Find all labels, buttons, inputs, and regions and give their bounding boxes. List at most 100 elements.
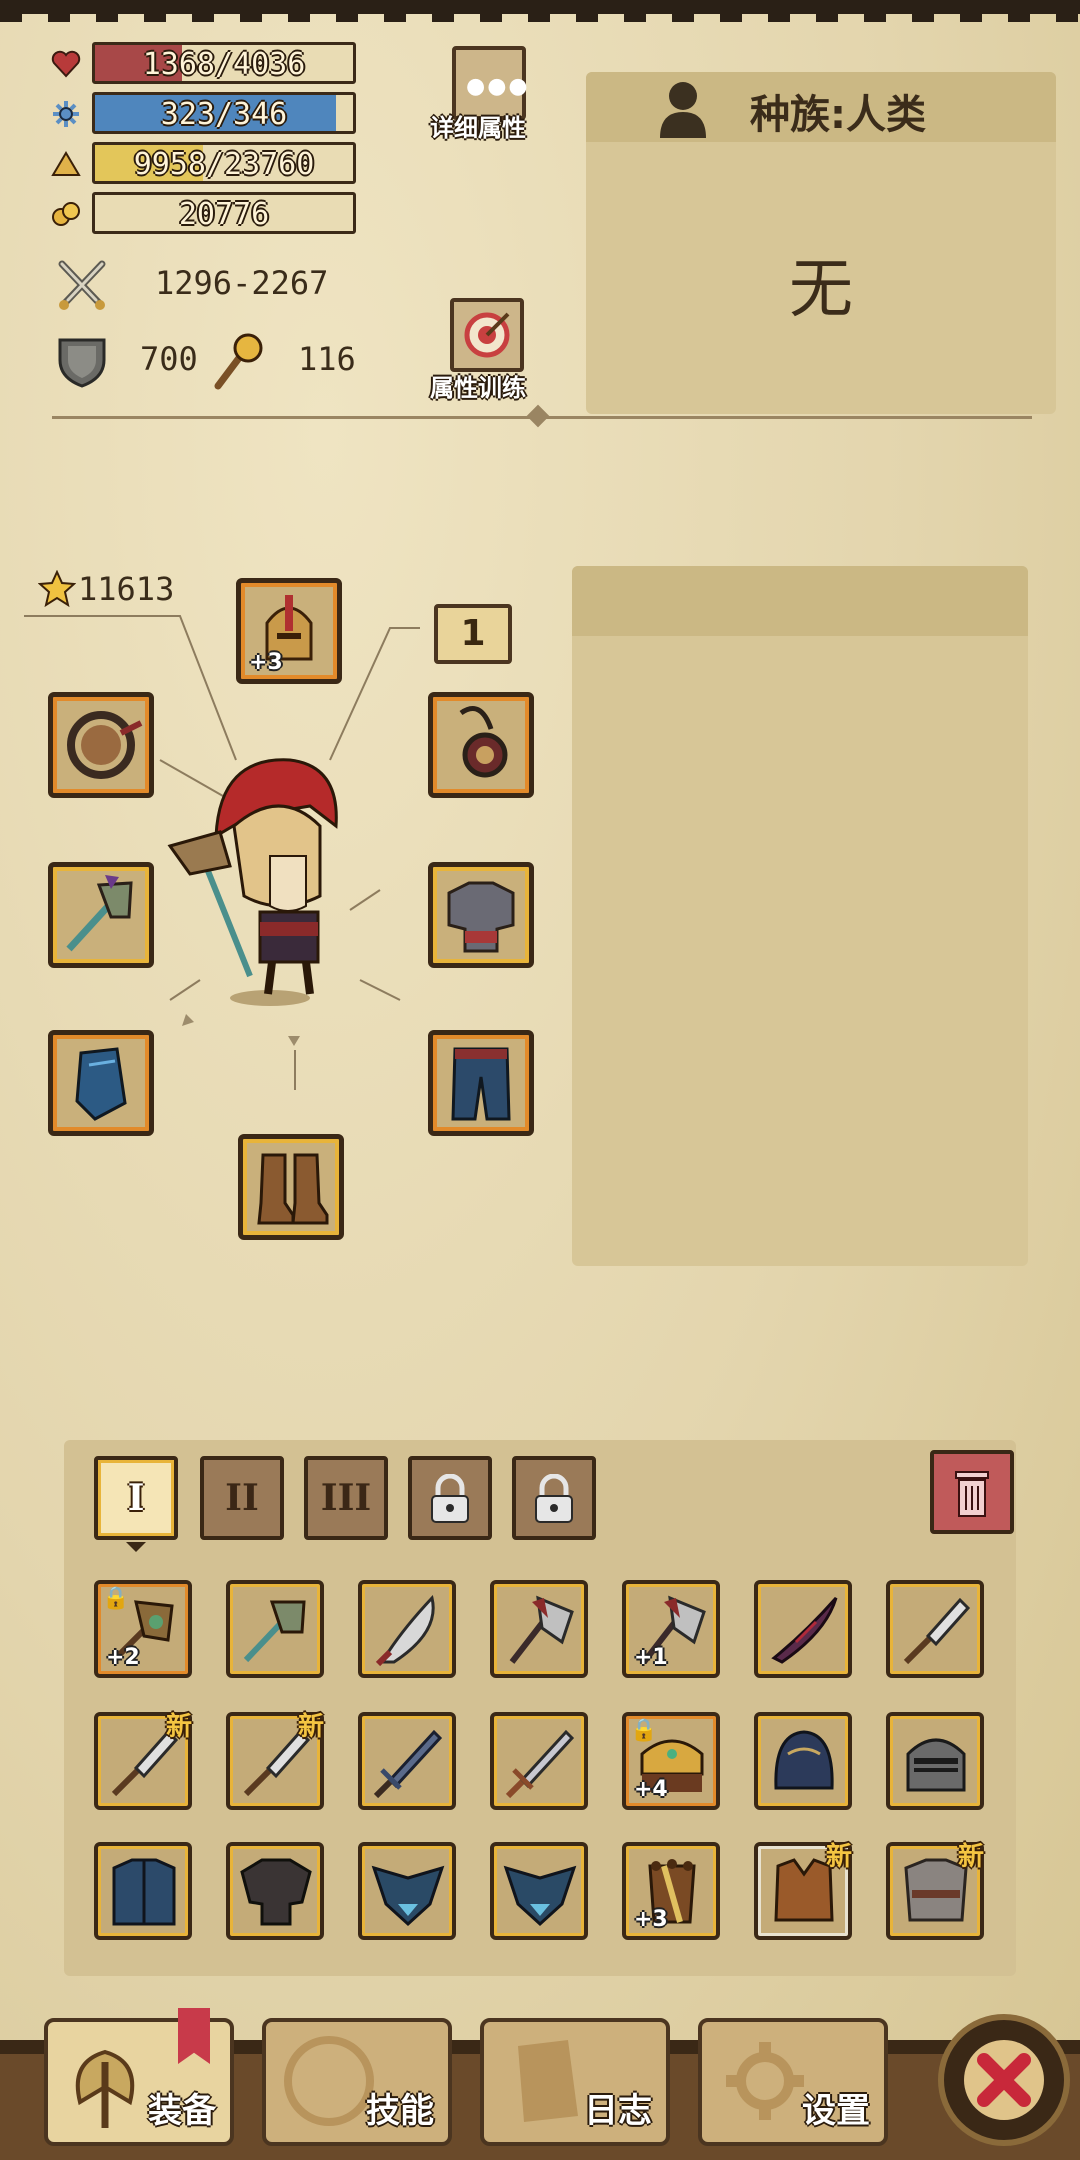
tab-page-3[interactable]: III xyxy=(304,1456,388,1540)
nav-log[interactable]: 日志 xyxy=(480,2018,670,2146)
sword-icon xyxy=(373,1729,443,1799)
magic-value: 116 xyxy=(298,340,356,378)
new-tag: 新 xyxy=(297,1712,324,1742)
blue-pauldron-icon xyxy=(371,1865,445,1927)
gear-icon xyxy=(726,2042,804,2120)
item-plus: +2 xyxy=(106,1645,140,1670)
nav-log-label: 日志 xyxy=(584,2091,652,2131)
person-icon xyxy=(660,82,706,138)
inventory-item[interactable]: 新 xyxy=(886,1842,984,1940)
boots-slot[interactable] xyxy=(238,1134,344,1240)
blue-pauldron-icon xyxy=(503,1865,577,1927)
inventory-item[interactable]: 新 xyxy=(754,1842,852,1940)
trash-button[interactable] xyxy=(930,1450,1014,1534)
selected-ribbon xyxy=(178,2008,210,2064)
scimitar-icon xyxy=(375,1594,435,1667)
pants-slot[interactable] xyxy=(428,1030,534,1136)
slot-arrows xyxy=(182,1014,300,1046)
details-label[interactable]: 详细属性 xyxy=(430,108,526,143)
helmet-plus: +3 xyxy=(249,650,283,675)
weapon-slot[interactable] xyxy=(48,862,154,968)
nav-skills-label: 技能 xyxy=(366,2091,434,2131)
inventory-item[interactable] xyxy=(358,1842,456,1940)
inventory-item[interactable] xyxy=(490,1842,588,1940)
inventory-item[interactable]: +1 xyxy=(622,1580,720,1678)
inventory-item[interactable] xyxy=(358,1712,456,1810)
gauntlet-icon xyxy=(75,1047,127,1121)
item-detail-panel xyxy=(572,566,1028,1266)
inventory-item[interactable] xyxy=(226,1842,324,1940)
new-tag: 新 xyxy=(165,1712,192,1742)
amulet-slot[interactable] xyxy=(428,692,534,798)
spiked-club-icon xyxy=(903,1597,971,1665)
ellipsis-icon: ●●● xyxy=(466,74,530,99)
shield-icon xyxy=(58,338,106,388)
inventory-item[interactable]: +3 xyxy=(622,1842,720,1940)
inventory-item[interactable]: 🔒 +2 xyxy=(94,1580,192,1678)
inventory-item[interactable]: 新 xyxy=(94,1712,192,1810)
boots-icon xyxy=(257,1153,329,1225)
race-panel: 种族:人类 无 xyxy=(586,72,1056,414)
xp-value: 9958/23760 xyxy=(133,147,315,182)
inventory-item[interactable]: 🔒 +4 xyxy=(622,1712,720,1810)
nav-settings[interactable]: 设置 xyxy=(698,2018,888,2146)
star-icon xyxy=(38,570,76,608)
lock-icon: 🔒 xyxy=(630,1718,658,1743)
trash-icon xyxy=(955,1471,989,1517)
tab-page-1[interactable]: I xyxy=(94,1456,178,1540)
close-button[interactable] xyxy=(938,2014,1070,2146)
item-detail-header xyxy=(572,566,1028,636)
inventory-item[interactable] xyxy=(226,1580,324,1678)
hp-value: 1368/4036 xyxy=(142,47,306,82)
inventory-item[interactable]: 新 xyxy=(226,1712,324,1810)
inventory-item[interactable] xyxy=(754,1712,852,1810)
inventory-item[interactable] xyxy=(358,1580,456,1678)
mace-icon xyxy=(66,875,133,952)
tab-page-2[interactable]: II xyxy=(200,1456,284,1540)
top-border xyxy=(0,0,1080,22)
whip-slot[interactable] xyxy=(48,692,154,798)
training-label[interactable]: 属性训练 xyxy=(430,368,526,403)
item-plus: +4 xyxy=(634,1777,668,1802)
gold-value: 20776 xyxy=(178,197,270,232)
inventory-item[interactable] xyxy=(490,1712,588,1810)
armor-slot[interactable] xyxy=(428,862,534,968)
hp-row: 1368/4036 xyxy=(50,42,360,86)
scroll-icon xyxy=(518,2040,578,2122)
helmet-slot[interactable]: +3 xyxy=(236,578,342,684)
sword-icon xyxy=(505,1729,575,1799)
heart-icon xyxy=(51,50,81,78)
race-value: 无 xyxy=(789,253,853,327)
xp-row: 9958/23760 xyxy=(50,142,360,186)
inventory-item[interactable] xyxy=(886,1580,984,1678)
active-tab-pointer xyxy=(126,1542,146,1552)
level-badge[interactable]: 1 xyxy=(434,604,512,664)
nav-settings-label: 设置 xyxy=(802,2091,870,2131)
mp-value: 323/346 xyxy=(160,97,288,132)
wand-icon xyxy=(214,333,263,390)
blue-armor-icon xyxy=(112,1858,176,1926)
item-plus: +1 xyxy=(634,1645,668,1670)
chest-armor-icon xyxy=(447,881,515,953)
inventory-item[interactable] xyxy=(754,1580,852,1678)
item-plus: +3 xyxy=(634,1907,668,1932)
knight-helmet-icon xyxy=(906,1738,966,1792)
inventory-item[interactable] xyxy=(886,1712,984,1810)
xp-bar: 9958/23760 xyxy=(92,142,356,184)
inventory-item[interactable] xyxy=(94,1842,192,1940)
attack-value: 1296-2267 xyxy=(155,264,329,302)
hood-icon xyxy=(774,1730,834,1790)
nav-skills[interactable]: 技能 xyxy=(262,2018,452,2146)
crossed-swords-icon xyxy=(58,260,106,310)
tab-locked-5[interactable] xyxy=(512,1456,596,1540)
dark-blade-icon xyxy=(771,1597,838,1664)
lock-icon: 🔒 xyxy=(102,1586,130,1611)
nav-equip[interactable]: 装备 xyxy=(44,2008,234,2146)
gloves-slot[interactable] xyxy=(48,1030,154,1136)
inventory-item[interactable] xyxy=(490,1580,588,1678)
training-button[interactable] xyxy=(450,298,524,372)
gold-row: 20776 xyxy=(50,192,360,236)
tab-locked-4[interactable] xyxy=(408,1456,492,1540)
mp-bar: 323/346 xyxy=(92,92,356,134)
lock-icon xyxy=(431,1474,469,1523)
